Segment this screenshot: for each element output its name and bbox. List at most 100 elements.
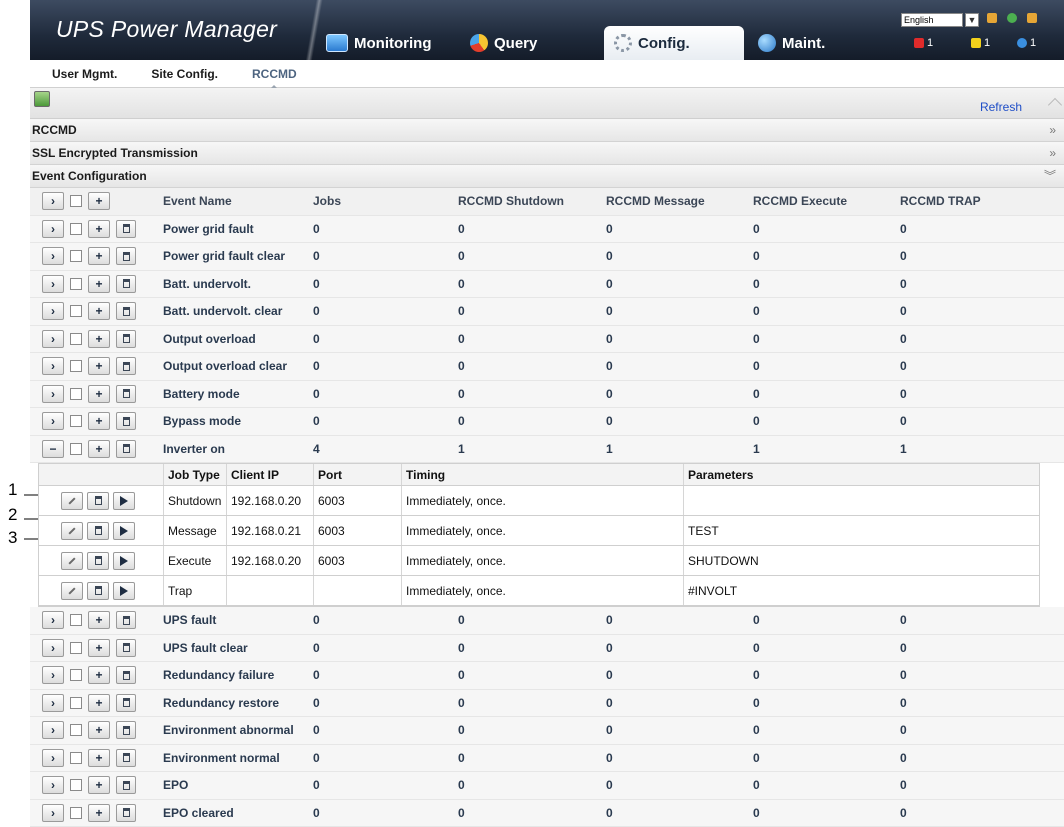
expand-row-button[interactable]: › [42, 357, 64, 376]
delete-row-button[interactable] [116, 611, 136, 630]
tab-monitoring[interactable]: Monitoring [316, 26, 456, 60]
expand-row-button[interactable]: › [42, 329, 64, 348]
row-checkbox[interactable] [70, 277, 82, 290]
delete-row-button[interactable] [116, 439, 136, 458]
delete-row-button[interactable] [116, 384, 136, 403]
delete-row-button[interactable] [116, 748, 136, 767]
expand-row-button[interactable]: › [42, 638, 64, 657]
expand-row-button[interactable]: › [42, 776, 64, 795]
alarm-minor[interactable]: 1 [1017, 37, 1036, 49]
section-ssl[interactable]: SSL Encrypted Transmission » [30, 142, 1064, 165]
run-job-button[interactable] [113, 491, 135, 510]
section-event-config[interactable]: Event Configuration ︾ [30, 165, 1064, 188]
tab-config[interactable]: Config. [604, 26, 744, 60]
expand-row-button[interactable]: › [42, 721, 64, 740]
add-job-button[interactable]: + [88, 721, 110, 740]
row-checkbox[interactable] [70, 779, 82, 792]
edit-job-button[interactable] [61, 491, 83, 510]
expand-row-button[interactable]: › [42, 219, 64, 238]
add-job-button[interactable]: + [88, 803, 110, 822]
delete-row-button[interactable] [116, 247, 136, 266]
refresh-link[interactable]: Refresh [980, 100, 1022, 114]
delete-job-button[interactable] [87, 581, 109, 600]
add-job-button[interactable]: + [88, 638, 110, 657]
delete-row-button[interactable] [116, 776, 136, 795]
delete-row-button[interactable] [116, 219, 136, 238]
row-checkbox[interactable] [70, 387, 82, 400]
delete-row-button[interactable] [116, 274, 136, 293]
add-job-button[interactable]: + [88, 611, 110, 630]
delete-row-button[interactable] [116, 638, 136, 657]
scroll-up-icon[interactable] [1047, 97, 1063, 113]
user-icon[interactable] [987, 13, 997, 23]
delete-row-button[interactable] [116, 412, 136, 431]
add-job-button[interactable]: + [88, 247, 110, 266]
add-job-button[interactable]: + [88, 302, 110, 321]
add-all-button[interactable]: + [88, 192, 110, 211]
delete-row-button[interactable] [116, 302, 136, 321]
language-select[interactable]: English [901, 13, 963, 27]
add-job-button[interactable]: + [88, 666, 110, 685]
row-checkbox[interactable] [70, 250, 82, 263]
add-job-button[interactable]: + [88, 693, 110, 712]
export-icon[interactable] [34, 91, 50, 107]
expand-row-button[interactable]: › [42, 302, 64, 321]
collapse-row-button[interactable]: − [42, 439, 64, 458]
delete-row-button[interactable] [116, 693, 136, 712]
tab-maint[interactable]: Maint. [748, 26, 878, 60]
delete-job-button[interactable] [87, 491, 109, 510]
run-job-button[interactable] [113, 521, 135, 540]
run-job-button[interactable] [113, 581, 135, 600]
subtab-user-mgmt[interactable]: User Mgmt. [52, 67, 117, 81]
add-job-button[interactable]: + [88, 219, 110, 238]
subtab-rccmd[interactable]: RCCMD [252, 67, 297, 90]
tab-query[interactable]: Query [460, 26, 590, 60]
row-checkbox[interactable] [70, 360, 82, 373]
delete-row-button[interactable] [116, 803, 136, 822]
help-icon[interactable] [1007, 13, 1017, 23]
expand-row-button[interactable]: › [42, 748, 64, 767]
subtab-site-config[interactable]: Site Config. [151, 67, 218, 81]
expand-all-button[interactable]: › [42, 192, 64, 211]
delete-job-button[interactable] [87, 521, 109, 540]
row-checkbox[interactable] [70, 305, 82, 318]
add-job-button[interactable]: + [88, 412, 110, 431]
delete-job-button[interactable] [87, 551, 109, 570]
run-job-button[interactable] [113, 551, 135, 570]
add-job-button[interactable]: + [88, 748, 110, 767]
edit-job-button[interactable] [61, 551, 83, 570]
add-job-button[interactable]: + [88, 384, 110, 403]
add-job-button[interactable]: + [88, 329, 110, 348]
chevron-down-icon[interactable]: ▼ [965, 13, 979, 27]
edit-job-button[interactable] [61, 521, 83, 540]
expand-row-button[interactable]: › [42, 611, 64, 630]
expand-row-button[interactable]: › [42, 412, 64, 431]
row-checkbox[interactable] [70, 415, 82, 428]
expand-row-button[interactable]: › [42, 803, 64, 822]
alarm-critical[interactable]: 1 [914, 37, 933, 49]
row-checkbox[interactable] [70, 806, 82, 819]
row-checkbox[interactable] [70, 669, 82, 682]
row-checkbox[interactable] [70, 332, 82, 345]
edit-job-button[interactable] [61, 581, 83, 600]
delete-row-button[interactable] [116, 666, 136, 685]
section-rccmd[interactable]: RCCMD » [30, 119, 1064, 142]
expand-row-button[interactable]: › [42, 247, 64, 266]
row-checkbox[interactable] [70, 641, 82, 654]
row-checkbox[interactable] [70, 614, 82, 627]
expand-row-button[interactable]: › [42, 666, 64, 685]
add-job-button[interactable]: + [88, 776, 110, 795]
row-checkbox[interactable] [70, 222, 82, 235]
expand-row-button[interactable]: › [42, 384, 64, 403]
expand-row-button[interactable]: › [42, 274, 64, 293]
row-checkbox[interactable] [70, 696, 82, 709]
add-job-button[interactable]: + [88, 357, 110, 376]
logout-icon[interactable] [1027, 13, 1037, 23]
delete-row-button[interactable] [116, 721, 136, 740]
expand-row-button[interactable]: › [42, 693, 64, 712]
row-checkbox[interactable] [70, 751, 82, 764]
alarm-major[interactable]: 1 [971, 37, 990, 49]
delete-row-button[interactable] [116, 357, 136, 376]
row-checkbox[interactable] [70, 442, 82, 455]
add-job-button[interactable]: + [88, 439, 110, 458]
